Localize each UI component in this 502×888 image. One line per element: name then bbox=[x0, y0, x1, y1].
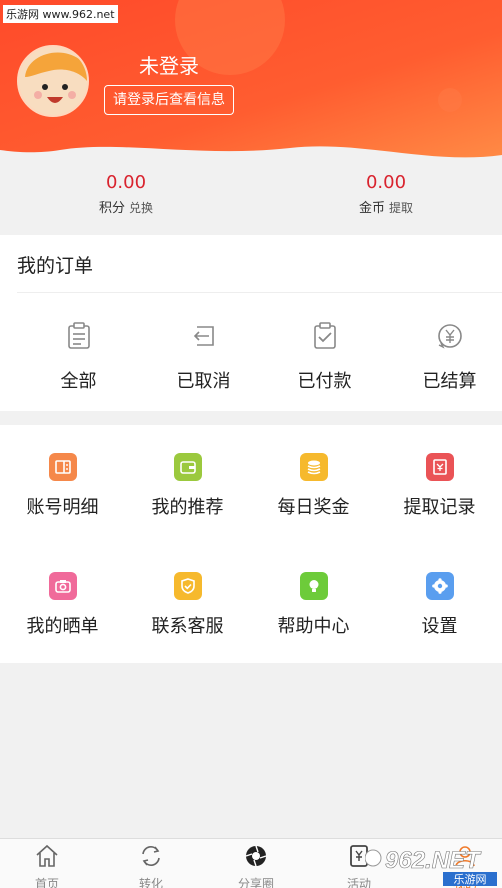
coins-withdraw-link[interactable]: 提取 bbox=[389, 201, 413, 215]
paid-check-icon bbox=[313, 322, 336, 349]
coins-stat[interactable]: 0.00 金币 提取 bbox=[306, 172, 466, 216]
service-my-recommend[interactable]: 我的推荐 bbox=[125, 453, 250, 519]
divider bbox=[17, 292, 502, 293]
service-label: 每日奖金 bbox=[277, 497, 350, 518]
order-settled[interactable]: 已结算 bbox=[387, 321, 502, 393]
order-settled-label: 已结算 bbox=[422, 371, 477, 392]
service-my-showcase[interactable]: 我的晒单 bbox=[0, 572, 125, 638]
svg-text:乐游网: 乐游网 bbox=[454, 873, 487, 886]
order-cancelled-label: 已取消 bbox=[176, 371, 231, 392]
order-all[interactable]: 全部 bbox=[16, 321, 141, 393]
orders-section: 我的订单 全部 已取消 已付款 已结算 bbox=[0, 235, 502, 411]
tab-home[interactable]: 首页 bbox=[0, 843, 97, 888]
convert-icon bbox=[142, 846, 160, 866]
coins-value: 0.00 bbox=[365, 172, 407, 193]
svg-text:962.NET: 962.NET bbox=[385, 847, 482, 874]
home-icon bbox=[36, 844, 58, 867]
order-paid[interactable]: 已付款 bbox=[262, 321, 387, 393]
points-value: 0.00 bbox=[105, 172, 147, 193]
aperture-icon bbox=[245, 845, 267, 867]
service-daily-bonus[interactable]: 每日奖金 bbox=[251, 453, 376, 519]
order-all-label: 全部 bbox=[60, 371, 97, 392]
points-stat[interactable]: 0.00 积分 兑换 bbox=[46, 172, 206, 216]
tab-label: 首页 bbox=[34, 877, 59, 888]
clipboard-icon bbox=[67, 322, 90, 349]
tab-share-circle[interactable]: 分享圈 bbox=[206, 843, 306, 888]
service-settings[interactable]: 设置 bbox=[377, 572, 502, 638]
service-label: 我的推荐 bbox=[151, 497, 224, 518]
watermark-logo: 962.NET 乐游网 bbox=[365, 847, 497, 886]
orders-title[interactable]: 我的订单 bbox=[17, 251, 93, 278]
yen-clock-icon bbox=[437, 324, 462, 349]
shield-icon bbox=[173, 572, 202, 600]
service-label: 我的晒单 bbox=[26, 616, 99, 637]
service-label: 帮助中心 bbox=[277, 616, 350, 637]
login-button[interactable]: 请登录后查看信息 bbox=[104, 85, 234, 115]
wallet-icon bbox=[173, 453, 202, 481]
tab-convert[interactable]: 转化 bbox=[101, 843, 201, 888]
bulb-icon bbox=[299, 572, 328, 600]
profile-header: 乐游网 www.962.net 未登录 请登录后查看信息 bbox=[0, 0, 502, 170]
service-help-center[interactable]: 帮助中心 bbox=[251, 572, 376, 638]
order-paid-label: 已付款 bbox=[297, 371, 352, 392]
service-withdraw-records[interactable]: 提取记录 bbox=[377, 453, 502, 519]
withdraw-icon bbox=[425, 453, 454, 481]
services-grid: 账号明细 我的推荐 每日奖金 提取记录 我的晒单 联系客服 帮助中心 设置 bbox=[0, 425, 502, 663]
points-label: 积分 兑换 bbox=[46, 197, 206, 216]
points-label-text: 积分 bbox=[98, 201, 125, 216]
order-cancelled[interactable]: 已取消 bbox=[141, 321, 266, 393]
tab-label: 分享圈 bbox=[237, 877, 274, 888]
coins-icon bbox=[299, 453, 328, 481]
service-label: 账号明细 bbox=[26, 497, 99, 518]
watermark-top: 乐游网 www.962.net bbox=[3, 5, 118, 23]
account-detail-icon bbox=[48, 453, 77, 481]
service-contact-support[interactable]: 联系客服 bbox=[125, 572, 250, 638]
stats-row: 0.00 积分 兑换 0.00 金币 提取 bbox=[0, 158, 502, 220]
service-account-detail[interactable]: 账号明细 bbox=[0, 453, 125, 519]
points-exchange-link[interactable]: 兑换 bbox=[129, 201, 153, 215]
avatar[interactable] bbox=[17, 45, 89, 117]
camera-icon bbox=[48, 572, 77, 600]
coins-label-text: 金币 bbox=[358, 201, 385, 216]
cancel-return-icon bbox=[193, 326, 214, 346]
settings-icon bbox=[425, 572, 454, 600]
service-label: 设置 bbox=[421, 616, 458, 637]
coins-label: 金币 提取 bbox=[306, 197, 466, 216]
service-label: 提取记录 bbox=[403, 497, 476, 518]
service-label: 联系客服 bbox=[151, 616, 224, 637]
tab-label: 转化 bbox=[138, 877, 163, 888]
user-name: 未登录 bbox=[139, 54, 199, 78]
